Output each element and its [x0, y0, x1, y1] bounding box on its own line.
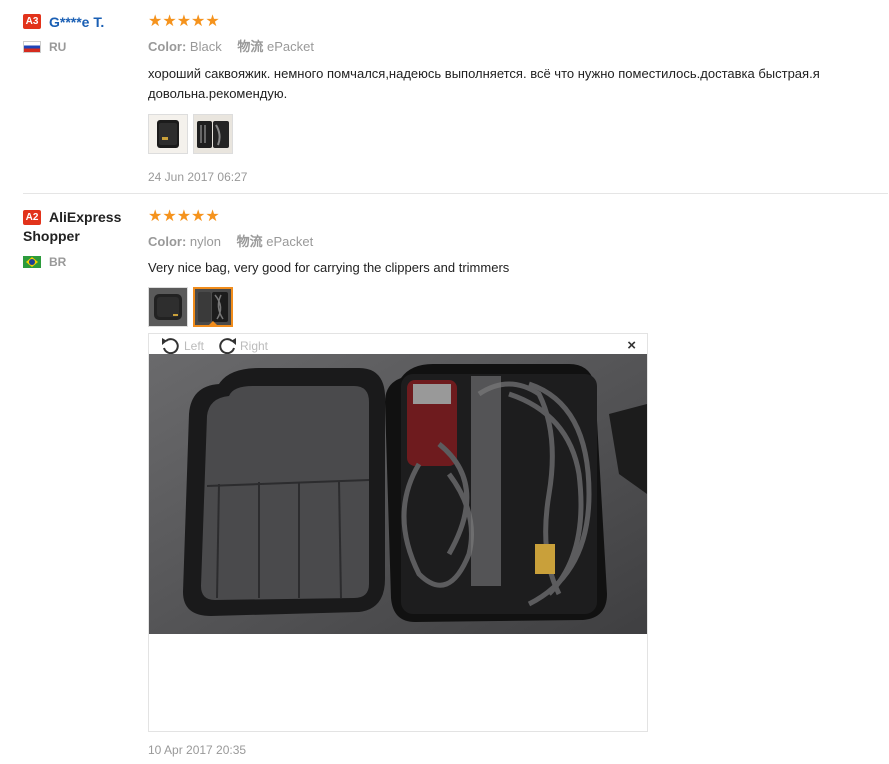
rotate-left-button[interactable]: Left	[160, 337, 204, 355]
shipping-value: ePacket	[266, 39, 314, 54]
review-photos	[148, 287, 848, 327]
review-text: хороший саквояжик. немного помчался,наде…	[148, 66, 820, 101]
reviewer-country: RU	[23, 40, 143, 54]
review-date: 24 Jun 2017 06:27	[148, 170, 248, 184]
reviewer-info: A2 AliExpress Shopper BR	[23, 208, 143, 269]
shipping-label: 物流	[237, 39, 264, 54]
level-badge: A2	[23, 210, 41, 225]
rotate-right-label: Right	[240, 339, 269, 353]
reviewer-country: BR	[23, 255, 143, 269]
rotate-right-button[interactable]: Right	[216, 337, 268, 355]
review-photo-thumb[interactable]	[148, 287, 188, 327]
reviewer-info: A3 G****e T. RU	[23, 13, 143, 54]
color-label: Color:	[148, 234, 187, 249]
review-photos	[148, 114, 848, 154]
flag-ru-icon	[23, 41, 41, 53]
review-text: Very nice bag, very good for carrying th…	[148, 260, 510, 275]
review-photo-large	[149, 354, 647, 634]
star-rating: ★★★★★	[148, 13, 220, 30]
review-divider	[23, 193, 888, 194]
review-content: ★★★★★ Color: nylon 物流 ePacket Very nice …	[148, 208, 848, 327]
star-rating: ★★★★★	[148, 208, 220, 225]
level-badge: A3	[23, 14, 41, 30]
flag-br-icon	[23, 256, 41, 268]
order-info: Color: nylon 物流 ePacket	[148, 231, 848, 250]
color-label: Color:	[148, 39, 187, 54]
order-info: Color: Black 物流 ePacket	[148, 36, 848, 55]
review-photo-thumb-active[interactable]	[193, 287, 233, 327]
review-date: 10 Apr 2017 20:35	[148, 743, 247, 757]
country-code: RU	[49, 40, 67, 54]
close-icon[interactable]: ×	[627, 337, 636, 354]
rotate-left-label: Left	[184, 339, 205, 353]
color-value: nylon	[189, 234, 221, 249]
shipping-label: 物流	[236, 234, 263, 249]
reviewer-name[interactable]: G****e T.	[49, 14, 104, 30]
review-content: ★★★★★ Color: Black 物流 ePacket хороший са…	[148, 13, 848, 184]
color-value: Black	[189, 39, 222, 54]
rotate-left-icon	[162, 338, 179, 355]
photo-viewer: Left Right ×	[148, 333, 648, 732]
shipping-value: ePacket	[266, 234, 314, 249]
review-photo-thumb[interactable]	[148, 114, 188, 154]
country-code: BR	[49, 255, 67, 269]
rotate-right-icon	[219, 338, 236, 355]
review-photo-thumb[interactable]	[193, 114, 233, 154]
